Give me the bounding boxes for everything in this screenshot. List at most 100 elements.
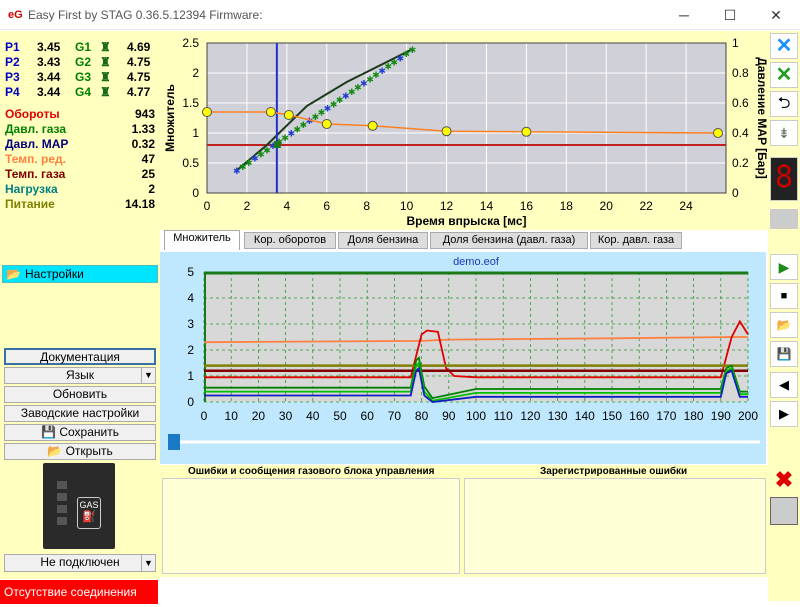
- y-tick-label: 1.5: [182, 96, 199, 110]
- language-label: Язык: [65, 368, 95, 382]
- pressure-label: P3: [5, 70, 20, 84]
- x-tick-label: 2: [244, 199, 251, 213]
- x-tick-label: 80: [415, 409, 429, 423]
- stat-label: Обороты: [5, 107, 60, 121]
- y2-tick-label: 1: [732, 36, 739, 50]
- save-log-icon[interactable]: 💾: [770, 341, 798, 367]
- tab-1[interactable]: Кор. оборотов: [244, 232, 336, 249]
- device-image: GAS ⛽: [43, 463, 115, 549]
- minimize-button[interactable]: ─: [672, 4, 696, 26]
- x-tick-label: 12: [440, 199, 454, 213]
- stat-value: 0.32: [131, 137, 155, 151]
- map-tabs: Множитель Кор. оборотов Доля бензина Доля б…: [162, 230, 762, 250]
- cursor-marker: [273, 141, 281, 148]
- open-label: Открыть: [65, 444, 113, 458]
- maximize-button[interactable]: ☐: [718, 4, 742, 26]
- stat-value: 943: [134, 107, 155, 121]
- log-chart[interactable]: 0 10 20 30 40 50 60 70 80 90 100 110 120 130 140 150 160…: [160, 252, 766, 464]
- y2-tick-label: 0.8: [732, 66, 749, 80]
- x-tick-label: 60: [361, 409, 375, 423]
- clear-errors-icon[interactable]: ✖: [770, 468, 798, 494]
- y2-axis-label: Давление MAP [Бар]: [755, 57, 768, 179]
- indicator-box: [770, 209, 798, 229]
- factory-settings-button[interactable]: Заводские настройки: [4, 405, 156, 422]
- gas-label: G2: [75, 55, 92, 69]
- pressure-label: P1: [5, 40, 20, 54]
- stat-row: Давл. газа 1.33: [5, 122, 157, 137]
- seven-segment-icon: 8: [770, 157, 798, 201]
- connect-x-icon[interactable]: ✕: [770, 62, 798, 88]
- tab-0[interactable]: Множитель: [164, 230, 240, 250]
- injector-icon: ♜: [100, 40, 111, 54]
- x-tick-label: 90: [442, 409, 456, 423]
- gas-label: G1: [75, 40, 92, 54]
- floppy-icon: 💾: [41, 425, 56, 439]
- y-tick-label: 1: [192, 126, 199, 140]
- update-button[interactable]: Обновить: [4, 386, 156, 403]
- step-back-icon[interactable]: ◀: [770, 372, 798, 398]
- rotate-icon[interactable]: ⮌: [770, 91, 798, 117]
- multiplier-point: [521, 126, 532, 137]
- step-forward-icon[interactable]: ▶: [770, 401, 798, 427]
- stat-value: 47: [141, 152, 155, 166]
- stat-row: Обороты 943: [5, 107, 157, 122]
- injector-icon: ♜: [100, 55, 111, 69]
- folder-icon: 📂: [6, 267, 21, 281]
- stat-value: 14.18: [124, 197, 155, 211]
- disconnect-x-icon[interactable]: ✕: [770, 33, 798, 59]
- tab-2[interactable]: Доля бензина: [338, 232, 428, 249]
- gas-value: 4.77: [127, 85, 151, 99]
- y2-tick-label: 0.4: [732, 126, 749, 140]
- stat-row: Темп. ред. 47: [5, 152, 157, 167]
- y-tick-label: 2.5: [182, 36, 199, 50]
- save-button[interactable]: 💾 Сохранить: [4, 424, 156, 441]
- stop-icon[interactable]: ■: [770, 283, 798, 309]
- stat-label: Темп. ред.: [5, 152, 66, 166]
- device-select[interactable]: Не подключен ▼: [4, 554, 156, 572]
- stat-row: Темп. газа 25: [5, 167, 157, 182]
- gas-value: 4.75: [127, 70, 151, 84]
- settings-header[interactable]: 📂 Настройки: [2, 265, 158, 283]
- scatter-point: ✱: [409, 45, 417, 55]
- ecu-messages-title: Ошибки и сообщения газового блока управл…: [188, 466, 435, 477]
- x-tick-label: 150: [602, 409, 622, 423]
- multiplier-chart[interactable]: 0 2 4 6 8 10 12 14 16 18 20 22 2400.511.522.500.20.4…: [160, 31, 768, 230]
- app-logo-icon: eG: [8, 9, 23, 21]
- y-tick-label: 1: [187, 369, 194, 383]
- tab-3[interactable]: Доля бензина (давл. газа): [430, 232, 588, 249]
- x-tick-label: 16: [520, 199, 534, 213]
- x-tick-label: 22: [639, 199, 653, 213]
- multiplier-point: [321, 119, 332, 129]
- language-dropdown[interactable]: Язык ▼: [4, 367, 156, 384]
- compress-icon[interactable]: ⇟: [770, 120, 798, 146]
- x-tick-label: 30: [279, 409, 293, 423]
- play-icon[interactable]: ▶: [770, 254, 798, 280]
- pressure-value: 3.44: [37, 70, 61, 84]
- right-toolbar: ✕ ✕ ⮌ ⇟ 8 ▶ ■ 📂 💾 ◀ ▶ ✖: [768, 31, 800, 601]
- error-indicator: [770, 497, 798, 525]
- multiplier-point: [265, 107, 276, 117]
- pressure-row: P1 3.45 G1 4.69 ♜: [5, 40, 157, 55]
- ecu-messages-box: [162, 478, 460, 574]
- open-button[interactable]: 📂 Открыть: [4, 443, 156, 460]
- pressure-label: P2: [5, 55, 20, 69]
- device-label: Не подключен: [40, 555, 120, 569]
- pressure-row: P2 3.43 G2 4.75 ♜: [5, 55, 157, 70]
- tab-4[interactable]: Кор. давл. газа: [590, 232, 682, 249]
- x-tick-label: 120: [520, 409, 540, 423]
- stat-value: 2: [148, 182, 155, 196]
- stat-label: Давл. газа: [5, 122, 67, 136]
- x-tick-label: 180: [684, 409, 704, 423]
- y-tick-label: 0.5: [182, 156, 199, 170]
- chevron-down-icon: ▼: [141, 555, 155, 571]
- y-tick-label: 4: [187, 291, 194, 305]
- x-tick-label: 6: [323, 199, 330, 213]
- pressure-label: P4: [5, 85, 20, 99]
- x-tick-label: 20: [252, 409, 266, 423]
- documentation-button[interactable]: Документация: [4, 348, 156, 365]
- open-log-icon[interactable]: 📂: [770, 312, 798, 338]
- chevron-down-icon: ▼: [141, 368, 155, 383]
- gas-label: G3: [75, 70, 92, 84]
- close-button[interactable]: ✕: [764, 4, 788, 26]
- x-tick-label: 110: [494, 409, 513, 423]
